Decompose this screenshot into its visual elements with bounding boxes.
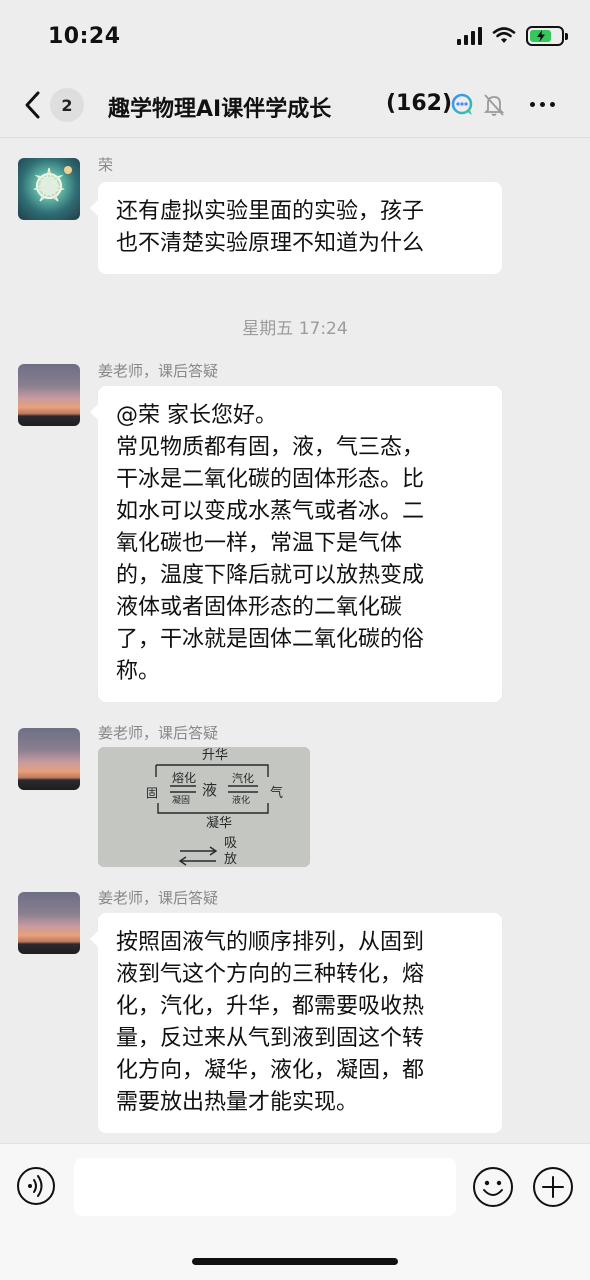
member-count: (162) (386, 91, 453, 116)
image-message[interactable]: 升华 固 液 气 熔化 凝固 汽化 液化 凝华 吸 放 (98, 747, 310, 867)
diagram-label: 凝华 (206, 815, 232, 831)
ai-bubble-icon[interactable] (450, 92, 476, 118)
message-input[interactable] (74, 1158, 456, 1216)
diagram-label: 凝固 (172, 795, 190, 806)
status-icons (457, 26, 568, 46)
diagram-label: 液化 (232, 794, 250, 806)
status-bar: 10:24 (0, 0, 590, 72)
handwritten-diagram: 升华 固 液 气 熔化 凝固 汽化 液化 凝华 吸 放 (98, 747, 310, 867)
message-bubble[interactable]: 还有虚拟实验里面的实验，孩子 也不清楚实验原理不知道为什么 (90, 182, 502, 274)
avatar[interactable] (18, 892, 80, 954)
status-time: 10:24 (48, 24, 121, 49)
diagram-label: 熔化 (172, 770, 196, 785)
diagram-label: 液 (202, 781, 217, 799)
chat-timestamp: 星期五 17:24 (242, 319, 348, 339)
plus-icon[interactable] (532, 1166, 574, 1208)
diagram-label: 固 (146, 786, 158, 800)
cellular-signal-icon (457, 27, 482, 45)
sender-name: 姜老师，课后答疑 (98, 362, 219, 380)
diagram-label: 升华 (202, 748, 228, 763)
message-bubble[interactable]: 按照固液气的顺序排列，从固到 液到气这个方向的三种转化，熔 化，汽化，升华，都需… (90, 913, 502, 1133)
avatar[interactable] (18, 158, 80, 220)
wifi-icon (492, 27, 516, 43)
battery-charging-icon (526, 26, 568, 46)
voice-icon[interactable] (16, 1166, 56, 1206)
sender-name: 姜老师，课后答疑 (98, 724, 219, 742)
chat-header: 2 趣学物理AI课伴学成长 (162) (0, 72, 590, 138)
chevron-left-icon[interactable] (18, 86, 48, 124)
ellipsis-icon[interactable] (530, 102, 555, 107)
diagram-label: 气 (270, 785, 283, 801)
chat-title: 趣学物理AI课伴学成长 (108, 97, 332, 122)
sender-name: 姜老师，课后答疑 (98, 889, 219, 907)
diagram-label: 吸 (224, 836, 237, 851)
home-indicator (192, 1258, 398, 1265)
bell-slash-icon (483, 94, 505, 116)
diagram-label: 放 (224, 852, 237, 867)
avatar[interactable] (18, 728, 80, 790)
avatar[interactable] (18, 364, 80, 426)
sender-name: 荣 (98, 156, 114, 174)
emoji-icon[interactable] (472, 1166, 514, 1208)
message-bubble[interactable]: @荣 家长您好。 常见物质都有固，液，气三态， 干冰是二氧化碳的固体形态。比 如… (90, 386, 502, 702)
avatar-image (33, 166, 72, 202)
input-bar (0, 1143, 590, 1280)
diagram-label: 汽化 (232, 771, 254, 785)
unread-count-badge[interactable]: 2 (50, 88, 84, 122)
